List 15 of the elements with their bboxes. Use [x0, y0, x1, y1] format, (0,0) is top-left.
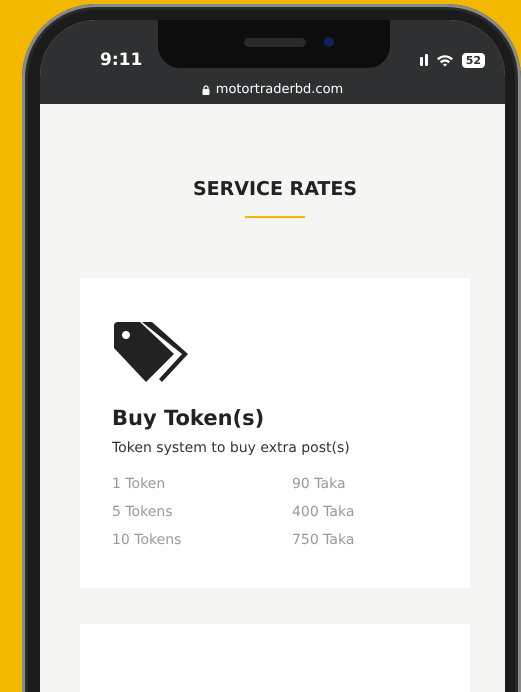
token-price: 750 Taka: [292, 532, 356, 548]
section-heading: SERVICE RATES: [192, 178, 358, 200]
token-quantity: 10 Tokens: [112, 532, 182, 548]
status-time: 9:11: [100, 50, 142, 70]
token-quantity: 5 Tokens: [112, 504, 174, 520]
heading-underline: [245, 216, 305, 218]
card-title: Buy Token(s): [112, 406, 266, 430]
token-price: 90 Taka: [292, 476, 347, 492]
signal-icon: [420, 54, 428, 66]
wifi-icon: [436, 54, 454, 66]
token-quantity: 1 Token: [112, 476, 166, 492]
lock-icon: [202, 84, 210, 94]
card-description: Token system to buy extra post(s): [112, 440, 351, 456]
battery-icon: 52: [462, 52, 485, 68]
token-price: 400 Taka: [292, 504, 356, 520]
